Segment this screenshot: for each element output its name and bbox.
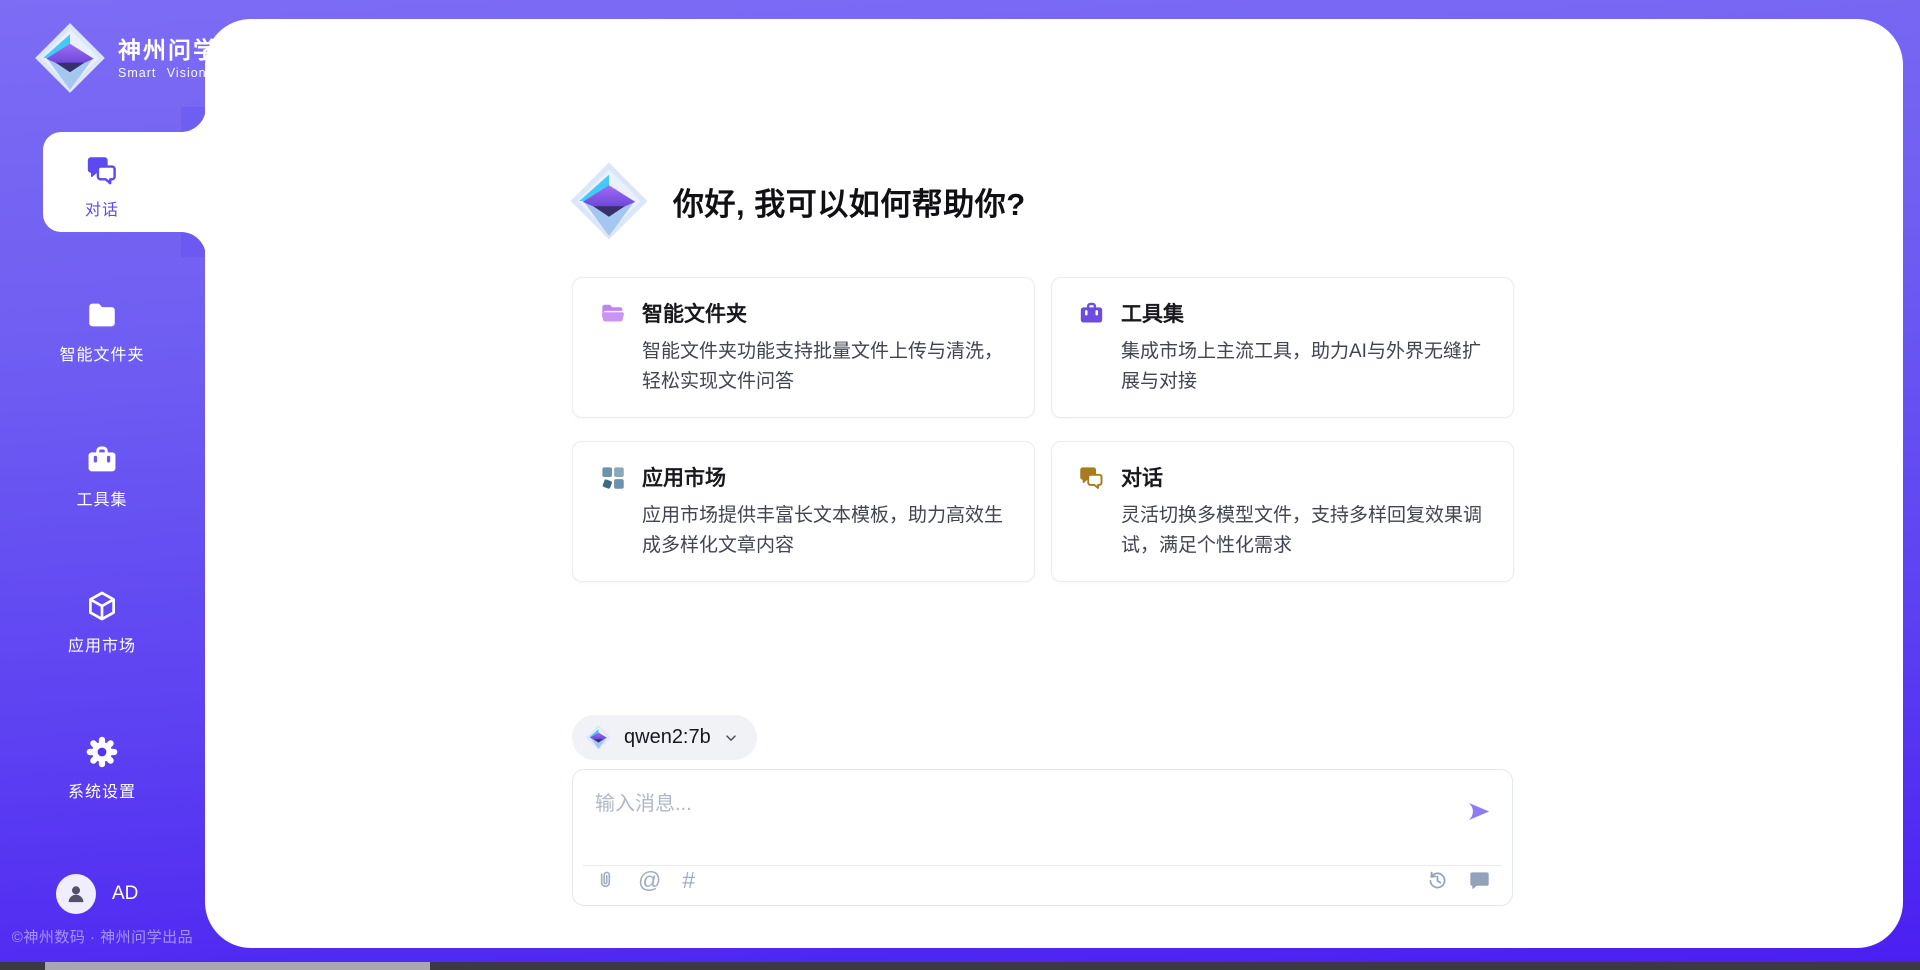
card-head: 应用市场 xyxy=(599,462,1010,492)
chat-bubbles-icon xyxy=(1078,464,1105,491)
brand-subtitle: Smart Vision xyxy=(118,66,218,80)
sidebar-item-label: 应用市场 xyxy=(68,632,136,656)
sidebar-item-label: 系统设置 xyxy=(68,778,136,802)
sidebar-item-label: 工具集 xyxy=(76,486,127,510)
briefcase-icon xyxy=(85,443,119,477)
brand-text: 神州问学 Smart Vision xyxy=(118,37,218,80)
sidebar-item-chat[interactable]: 对话 xyxy=(22,142,182,230)
composer-divider xyxy=(583,865,1502,866)
card-smart-folders[interactable]: 智能文件夹 智能文件夹功能支持批量文件上传与清洗，轻松实现文件问答 xyxy=(572,277,1035,418)
card-title: 工具集 xyxy=(1121,298,1184,328)
chat-square-icon[interactable] xyxy=(1468,869,1491,892)
user-name: AD xyxy=(112,883,138,905)
model-selector[interactable]: qwen2:7b xyxy=(572,715,757,760)
card-description: 集成市场上主流工具，助力AI与外界无缝扩展与对接 xyxy=(1121,337,1489,397)
brand-name: 神州问学 xyxy=(118,37,218,63)
active-pill-fillet-bottom xyxy=(181,232,206,257)
folder-open-icon xyxy=(599,300,626,327)
sidebar-item-tools[interactable]: 工具集 xyxy=(22,432,182,520)
send-icon xyxy=(1465,798,1492,825)
card-toolset[interactable]: 工具集 集成市场上主流工具，助力AI与外界无缝扩展与对接 xyxy=(1051,277,1514,418)
sidebar-footer: ©神州数码 · 神州问学出品 xyxy=(0,926,205,947)
card-head: 工具集 xyxy=(1078,298,1489,328)
card-chat[interactable]: 对话 灵活切换多模型文件，支持多样回复效果调试，满足个性化需求 xyxy=(1051,441,1514,582)
card-title: 智能文件夹 xyxy=(642,298,747,328)
composer-tools-left: @ # xyxy=(594,869,695,892)
card-app-market[interactable]: 应用市场 应用市场提供丰富长文本模板，助力高效生成多样化文章内容 xyxy=(572,441,1035,582)
horizontal-scrollbar[interactable] xyxy=(0,962,1920,970)
active-pill-fillet-top xyxy=(181,107,206,132)
sidebar-item-apps[interactable]: 应用市场 xyxy=(22,578,182,666)
message-input[interactable] xyxy=(593,785,1437,845)
brand-diamond-icon xyxy=(32,20,108,96)
greeting: 你好, 我可以如何帮助你? xyxy=(567,159,1026,243)
grid-icon xyxy=(599,464,626,491)
sidebar-item-settings[interactable]: 系统设置 xyxy=(22,724,182,812)
at-icon[interactable]: @ xyxy=(638,869,661,892)
card-title: 对话 xyxy=(1121,462,1163,492)
message-composer: @ # xyxy=(572,769,1513,906)
paperclip-icon[interactable] xyxy=(594,869,617,892)
card-title: 应用市场 xyxy=(642,462,726,492)
chevron-down-icon xyxy=(723,730,739,746)
sidebar-item-label: 对话 xyxy=(85,196,119,220)
main-panel: 你好, 我可以如何帮助你? 智能文件夹 智能文件夹功能支持批量文件上传与清洗，轻… xyxy=(205,19,1903,948)
model-name: qwen2:7b xyxy=(624,726,711,749)
gear-icon xyxy=(85,735,119,769)
send-button[interactable] xyxy=(1465,798,1492,825)
history-icon[interactable] xyxy=(1426,869,1449,892)
cube-icon xyxy=(85,589,119,623)
scrollbar-thumb[interactable] xyxy=(45,962,430,970)
person-icon xyxy=(63,881,89,907)
card-description: 智能文件夹功能支持批量文件上传与清洗，轻松实现文件问答 xyxy=(642,337,1010,397)
folder-icon xyxy=(85,298,119,332)
briefcase-icon xyxy=(1078,300,1105,327)
user-row[interactable]: AD xyxy=(56,874,138,914)
card-head: 对话 xyxy=(1078,462,1489,492)
composer-tools-right xyxy=(1426,869,1491,892)
brand-diamond-icon xyxy=(585,724,612,751)
feature-cards: 智能文件夹 智能文件夹功能支持批量文件上传与清洗，轻松实现文件问答 工具集 集成… xyxy=(572,277,1514,582)
card-head: 智能文件夹 xyxy=(599,298,1010,328)
avatar[interactable] xyxy=(56,874,96,914)
brand-diamond-icon xyxy=(567,159,651,243)
card-description: 应用市场提供丰富长文本模板，助力高效生成多样化文章内容 xyxy=(642,501,1010,561)
hash-icon[interactable]: # xyxy=(682,869,695,892)
greeting-title: 你好, 我可以如何帮助你? xyxy=(673,179,1026,224)
card-description: 灵活切换多模型文件，支持多样回复效果调试，满足个性化需求 xyxy=(1121,501,1489,561)
chat-bubbles-icon xyxy=(85,153,119,187)
sidebar-item-label: 智能文件夹 xyxy=(59,341,144,365)
sidebar-item-folders[interactable]: 智能文件夹 xyxy=(22,287,182,375)
brand-logo: 神州问学 Smart Vision xyxy=(32,20,218,96)
